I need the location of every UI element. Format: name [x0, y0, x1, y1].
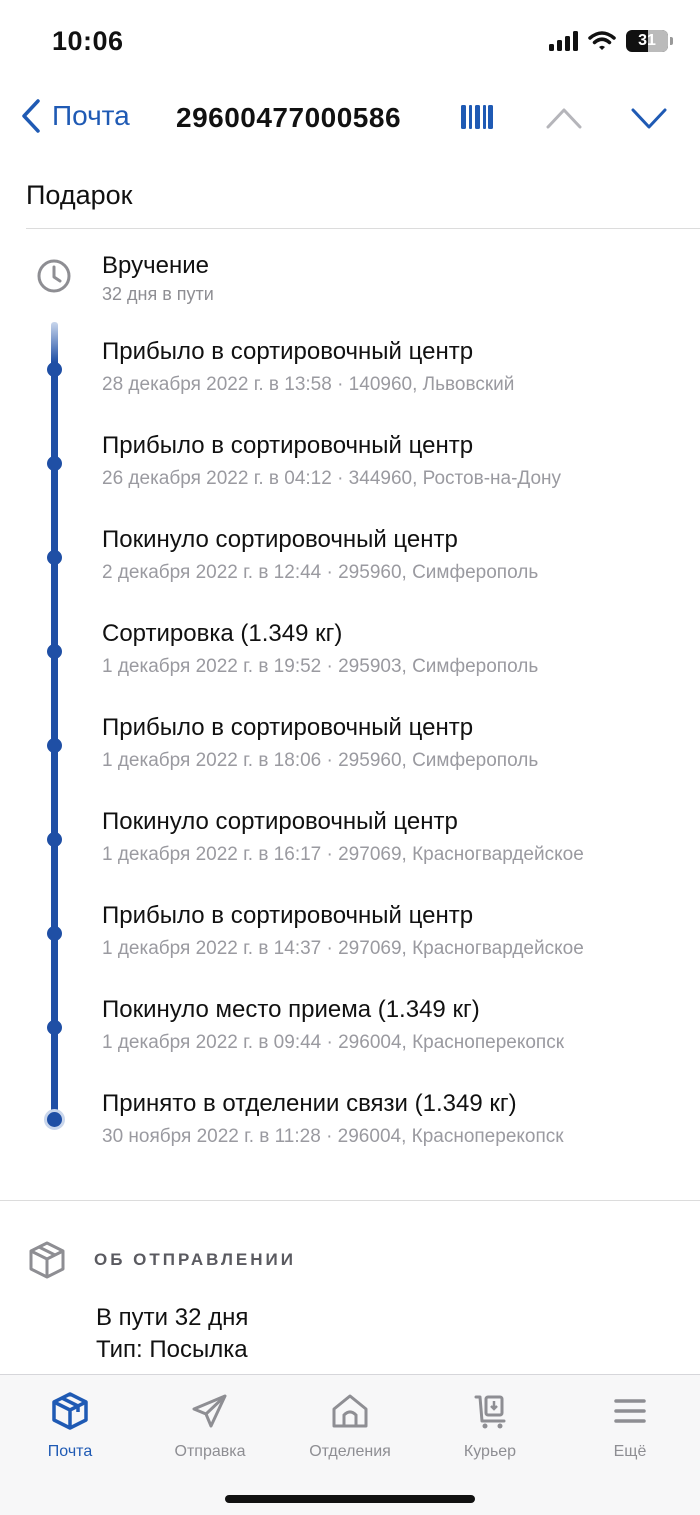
timeline-event: Прибыло в сортировочный центр 1 декабря … [0, 902, 700, 996]
about-line: В пути 32 дня [96, 1304, 249, 1331]
event-title: Прибыло в сортировочный центр [102, 714, 474, 741]
tab-send[interactable]: Отправка [140, 1389, 280, 1461]
event-title: Покинуло сортировочный центр [102, 808, 458, 835]
timeline-event: Принято в отделении связи (1.349 кг) 30 … [0, 1090, 700, 1184]
event-details: 1 декабря 2022 г. в 14:37 · 297069, Крас… [102, 938, 584, 959]
chevron-down-icon [631, 108, 667, 129]
event-details: 1 декабря 2022 г. в 18:06 · 295960, Симф… [102, 750, 539, 771]
event-details: 30 ноября 2022 г. в 11:28 · 296004, Крас… [102, 1126, 564, 1147]
timeline-event: Прибыло в сортировочный центр 28 декабря… [0, 338, 700, 432]
about-line: Тип: Посылка [96, 1336, 248, 1363]
event-title: Принято в отделении связи (1.349 кг) [102, 1090, 517, 1117]
tab-label: Ещё [613, 1443, 647, 1460]
chevron-up-icon [546, 108, 582, 129]
parcel-name: Подарок [26, 180, 133, 210]
event-details: 1 декабря 2022 г. в 19:52 · 295903, Симф… [102, 656, 539, 677]
event-title: Прибыло в сортировочный центр [102, 338, 474, 365]
next-button[interactable] [630, 104, 668, 137]
barcode-icon [461, 105, 493, 129]
about-section-title: ОБ ОТПРАВЛЕНИИ [94, 1250, 296, 1269]
status-time: 10:06 [52, 26, 124, 56]
tab-more[interactable]: Ещё [560, 1389, 700, 1461]
tab-courier[interactable]: Курьер [420, 1389, 560, 1461]
event-title: Покинуло место приема (1.349 кг) [102, 996, 480, 1023]
status-icons: 31 [549, 30, 673, 52]
current-status-title: Вручение [102, 252, 209, 279]
tab-label: Почта [47, 1443, 93, 1460]
home-indicator[interactable] [225, 1495, 475, 1503]
current-status-subtitle: 32 дня в пути [102, 284, 214, 304]
timeline-dot [47, 456, 62, 471]
box-icon [52, 1392, 88, 1430]
chevron-left-icon [22, 99, 40, 133]
battery-level: 31 [638, 32, 656, 49]
previous-button[interactable] [545, 104, 583, 137]
wifi-icon [588, 31, 616, 50]
tab-label: Отправка [174, 1443, 246, 1460]
timeline-dot [47, 644, 62, 659]
battery-icon: 31 [626, 30, 673, 52]
barcode-button[interactable] [460, 104, 494, 135]
send-icon [192, 1394, 227, 1428]
timeline-event: Покинуло место приема (1.349 кг) 1 декаб… [0, 996, 700, 1090]
timeline-event: Прибыло в сортировочный центр 26 декабря… [0, 432, 700, 526]
menu-icon [614, 1399, 646, 1423]
timeline-event: Покинуло сортировочный центр 2 декабря 2… [0, 526, 700, 620]
event-details: 26 декабря 2022 г. в 04:12 · 344960, Рос… [102, 468, 562, 489]
timeline-dot [47, 362, 62, 377]
timeline-dot [47, 926, 62, 941]
event-details: 2 декабря 2022 г. в 12:44 · 295960, Симф… [102, 562, 539, 583]
timeline-event: Прибыло в сортировочный центр 1 декабря … [0, 714, 700, 808]
event-title: Сортировка (1.349 кг) [102, 620, 343, 647]
timeline-dot [47, 832, 62, 847]
event-title: Прибыло в сортировочный центр [102, 432, 474, 459]
tab-offices[interactable]: Отделения [280, 1389, 420, 1461]
clock-icon [37, 259, 71, 293]
divider [26, 228, 700, 229]
event-details: 1 декабря 2022 г. в 09:44 · 296004, Крас… [102, 1032, 565, 1053]
package-icon [29, 1241, 65, 1279]
home-icon [332, 1394, 368, 1428]
back-label: Почта [52, 100, 130, 131]
about-section-header: ОБ ОТПРАВЛЕНИИ [28, 1240, 296, 1280]
timeline-event: Покинуло сортировочный центр 1 декабря 2… [0, 808, 700, 902]
tab-mail[interactable]: Почта [0, 1389, 140, 1461]
timeline-dot [47, 550, 62, 565]
event-details: 1 декабря 2022 г. в 16:17 · 297069, Крас… [102, 844, 584, 865]
event-title: Прибыло в сортировочный центр [102, 902, 474, 929]
tab-label: Отделения [309, 1443, 391, 1460]
nav-bar: Почта 29600477000586 [0, 90, 700, 150]
tab-bar: Почта Отправка Отделения Курьер Ещё [0, 1374, 700, 1515]
divider [0, 1200, 700, 1201]
back-button[interactable]: Почта [20, 98, 130, 134]
timeline-dot [47, 738, 62, 753]
cellular-signal-icon [549, 31, 578, 51]
timeline-dot [47, 1020, 62, 1035]
status-bar: 10:06 31 [0, 0, 700, 84]
courier-icon [474, 1395, 506, 1429]
event-details: 28 декабря 2022 г. в 13:58 · 140960, Льв… [102, 374, 515, 395]
tracking-number: 29600477000586 [176, 102, 402, 133]
tab-label: Курьер [463, 1443, 517, 1460]
event-title: Покинуло сортировочный центр [102, 526, 458, 553]
timeline-event: Сортировка (1.349 кг) 1 декабря 2022 г. … [0, 620, 700, 714]
timeline-dot-last [44, 1109, 65, 1130]
